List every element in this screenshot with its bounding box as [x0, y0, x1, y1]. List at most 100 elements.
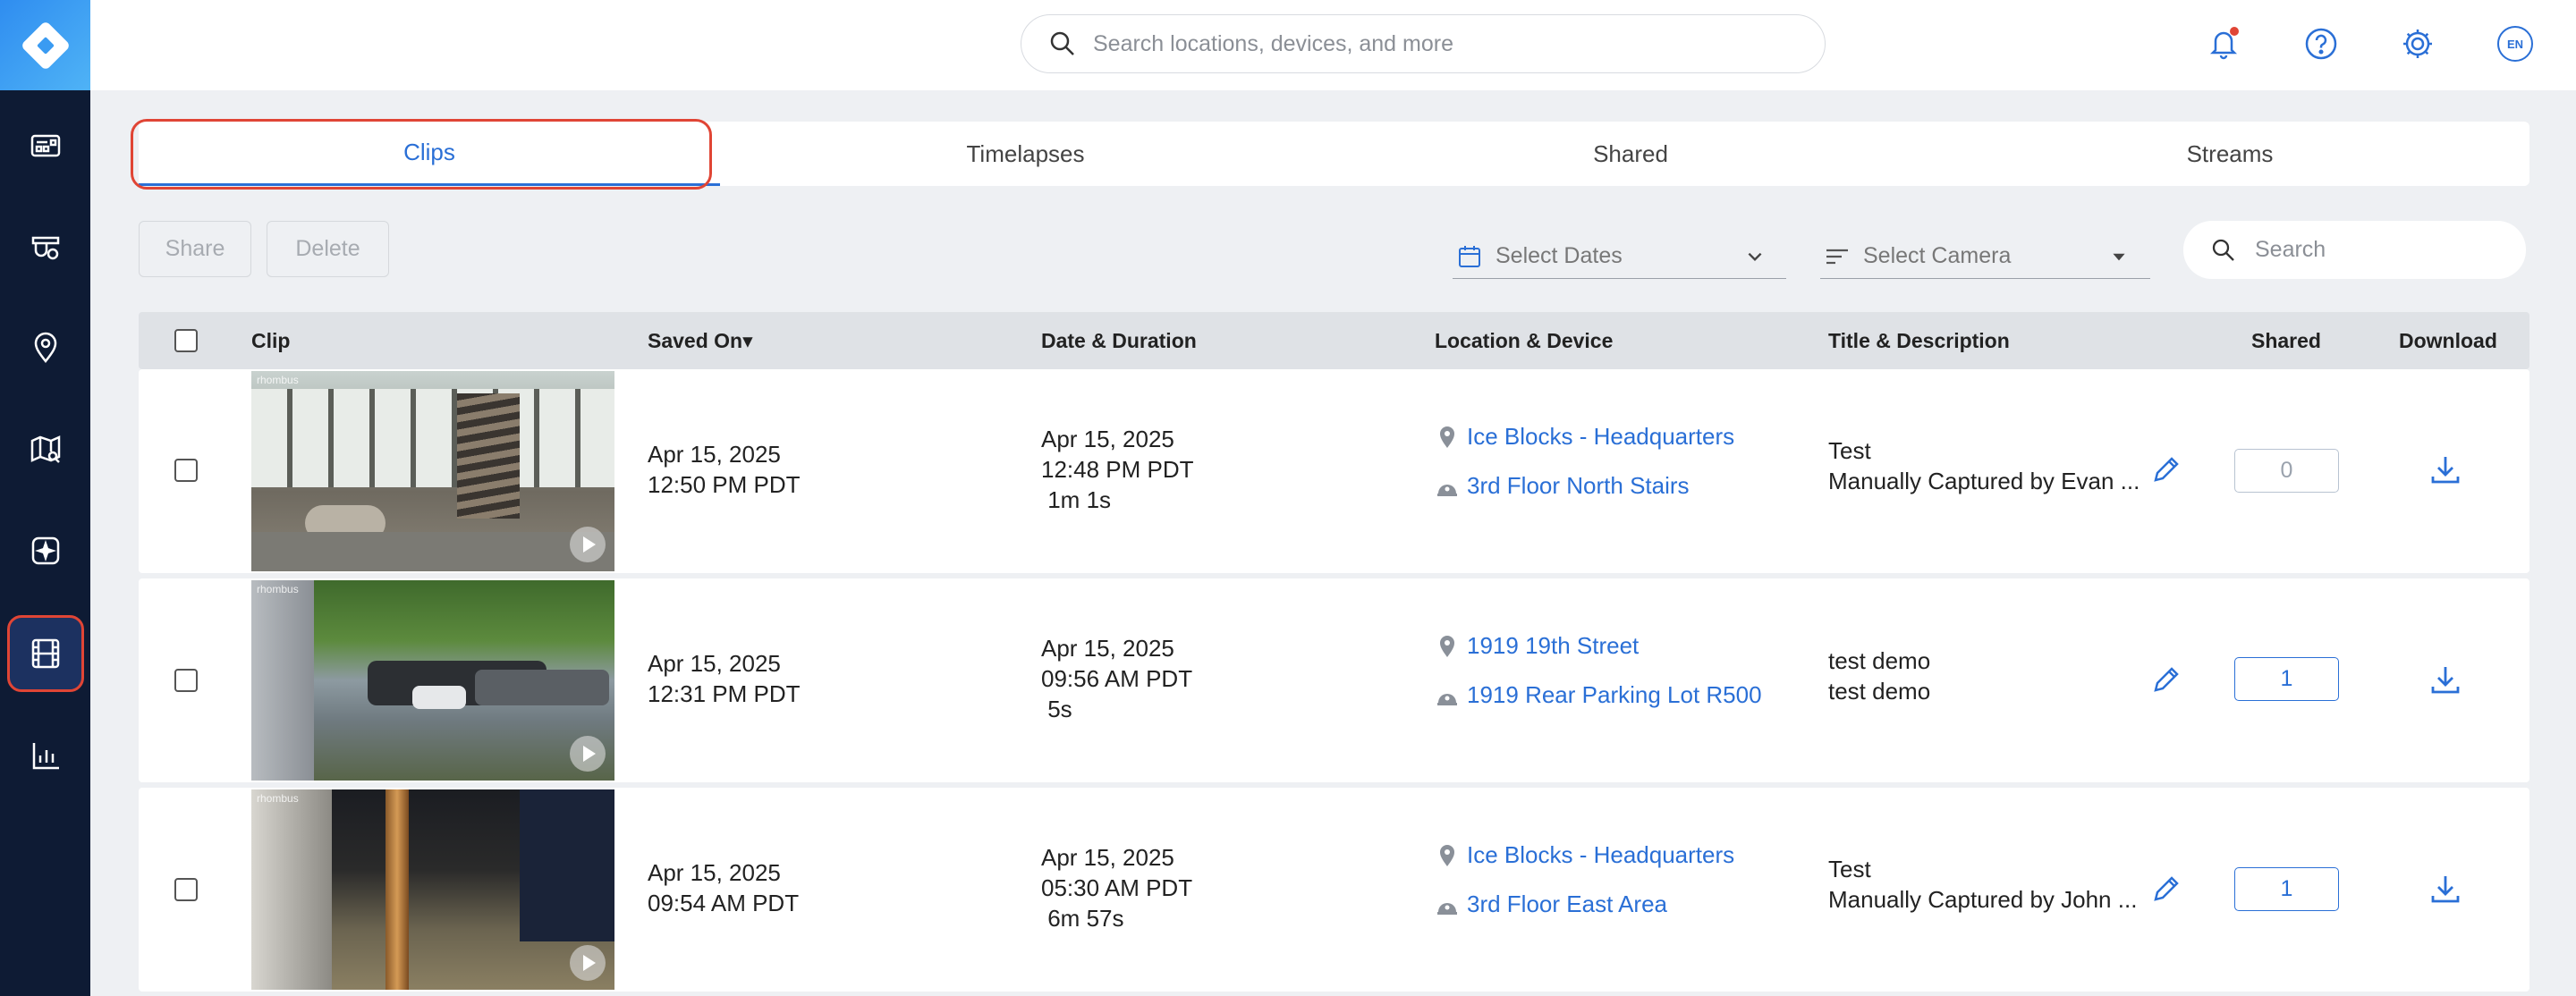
bell-icon[interactable] — [2203, 23, 2244, 64]
calendar-icon — [1459, 245, 1480, 267]
location-link[interactable]: Ice Blocks - Headquarters — [1435, 841, 1734, 869]
table-row[interactable]: rhombus Apr 15, 2025 09:54 AM PDT Apr 15,… — [139, 788, 2529, 992]
clip-thumbnail[interactable]: rhombus — [251, 789, 614, 990]
location-link[interactable]: Ice Blocks - Headquarters — [1435, 423, 1734, 451]
logo[interactable] — [0, 0, 90, 90]
sidebar — [0, 0, 90, 996]
date-duration: Apr 15, 2025 12:48 PM PDT 1m 1s — [1041, 424, 1194, 515]
shared-count[interactable]: 0 — [2234, 449, 2339, 493]
saved-time: 09:54 AM PDT — [648, 890, 800, 916]
play-icon[interactable] — [570, 527, 606, 562]
delete-button[interactable]: Delete — [267, 221, 389, 277]
table-row[interactable]: rhombus Apr 15, 2025 12:31 PM PDT Apr 15,… — [139, 578, 2529, 782]
header-date-duration: Date & Duration — [1041, 328, 1197, 352]
clip-thumbnail[interactable]: rhombus — [251, 580, 614, 781]
download-icon[interactable] — [2428, 873, 2462, 907]
language-selector[interactable]: EN — [2495, 23, 2536, 64]
saved-on: Apr 15, 2025 09:54 AM PDT — [648, 857, 799, 918]
share-button[interactable]: Share — [139, 221, 251, 277]
edit-pencil-icon[interactable] — [2150, 453, 2182, 485]
tab-streams[interactable]: Streams — [1930, 122, 2529, 186]
title-description: Test Manually Captured by John ... — [1828, 854, 2137, 915]
download-icon[interactable] — [2428, 453, 2462, 487]
clip-date: Apr 15, 2025 — [1041, 635, 1174, 662]
play-icon[interactable] — [570, 736, 606, 772]
header-title-description: Title & Description — [1828, 328, 2010, 352]
download-icon[interactable] — [2428, 663, 2462, 697]
saved-date: Apr 15, 2025 — [648, 859, 781, 886]
saved-on: Apr 15, 2025 12:50 PM PDT — [648, 439, 801, 500]
row-checkbox[interactable] — [174, 669, 198, 692]
select-camera-dropdown[interactable]: Select Camera — [1820, 234, 2150, 279]
device-link[interactable]: 3rd Floor East Area — [1435, 890, 1667, 918]
table-row[interactable]: rhombus Apr 15, 2025 12:50 PM PDT Apr 15,… — [139, 369, 2529, 573]
clip-thumbnail[interactable]: rhombus — [251, 371, 614, 571]
play-icon[interactable] — [570, 945, 606, 981]
select-camera-label: Select Camera — [1863, 243, 2012, 268]
clips-search-placeholder: Search — [2255, 237, 2326, 262]
reports-icon[interactable] — [7, 717, 84, 794]
clips-search-input[interactable]: Search — [2183, 221, 2526, 279]
location-pin-icon — [1440, 635, 1454, 657]
clip-title: Test — [1828, 437, 1871, 464]
location-name: Ice Blocks - Headquarters — [1467, 841, 1735, 868]
location-name: Ice Blocks - Headquarters — [1467, 423, 1735, 450]
locations-icon[interactable] — [7, 309, 84, 386]
clip-duration: 1m 1s — [1041, 486, 1112, 513]
device-link[interactable]: 1919 Rear Parking Lot R500 — [1435, 681, 1762, 709]
devices-icon[interactable] — [7, 208, 84, 285]
clip-time: 12:48 PM PDT — [1041, 456, 1194, 483]
saved-time: 12:50 PM PDT — [648, 471, 801, 498]
header-shared: Shared — [2251, 328, 2321, 352]
edit-pencil-icon[interactable] — [2150, 873, 2182, 905]
clip-description: Manually Captured by John ... — [1828, 886, 2138, 913]
clip-description: test demo — [1828, 678, 1931, 705]
search-icon — [2212, 239, 2234, 261]
shared-count[interactable]: 1 — [2234, 867, 2339, 911]
select-all-checkbox[interactable] — [174, 329, 198, 352]
device-name: 3rd Floor East Area — [1467, 890, 1667, 917]
gear-icon[interactable] — [2397, 23, 2438, 64]
date-duration: Apr 15, 2025 05:30 AM PDT 6m 57s — [1041, 842, 1192, 933]
saved-date: Apr 15, 2025 — [648, 650, 781, 677]
table-header: Clip Saved On▾ Date & Duration Location … — [139, 312, 2529, 369]
clip-description: Manually Captured by Evan ... — [1828, 468, 2140, 494]
global-search-placeholder: Search locations, devices, and more — [1093, 30, 1453, 56]
device-link[interactable]: 3rd Floor North Stairs — [1435, 472, 1690, 500]
select-dates-label: Select Dates — [1496, 243, 1623, 268]
location-pin-icon — [1440, 844, 1454, 866]
tab-shared[interactable]: Shared — [1331, 122, 1930, 186]
row-checkbox[interactable] — [174, 878, 198, 901]
clip-date: Apr 15, 2025 — [1041, 844, 1174, 871]
location-pin-icon — [1440, 426, 1454, 448]
row-checkbox[interactable] — [174, 459, 198, 482]
shared-count[interactable]: 1 — [2234, 657, 2339, 701]
dashboard-icon[interactable] — [7, 107, 84, 184]
thumbnail-brand: rhombus — [257, 583, 299, 595]
camera-icon — [1437, 693, 1457, 705]
help-icon[interactable] — [2301, 23, 2342, 64]
ai-icon[interactable] — [7, 512, 84, 589]
header-saved-on[interactable]: Saved On▾ — [648, 312, 753, 369]
camera-icon — [1437, 484, 1457, 496]
clip-time: 09:56 AM PDT — [1041, 665, 1193, 692]
clips-icon[interactable] — [7, 615, 84, 692]
notification-badge — [2230, 27, 2239, 36]
header-location-device: Location & Device — [1435, 328, 1614, 352]
tab-timelapses[interactable]: Timelapses — [720, 122, 1331, 186]
thumbnail-brand: rhombus — [257, 374, 299, 386]
select-dates-dropdown[interactable]: Select Dates — [1453, 234, 1786, 279]
clip-duration: 5s — [1041, 696, 1072, 722]
location-name: 1919 19th Street — [1467, 632, 1640, 659]
clip-date: Apr 15, 2025 — [1041, 426, 1174, 452]
saved-on: Apr 15, 2025 12:31 PM PDT — [648, 648, 801, 709]
date-duration: Apr 15, 2025 09:56 AM PDT 5s — [1041, 633, 1192, 724]
thumbnail-brand: rhombus — [257, 792, 299, 805]
clip-time: 05:30 AM PDT — [1041, 874, 1193, 901]
map-icon[interactable] — [7, 411, 84, 488]
tab-highlight — [131, 119, 712, 190]
location-link[interactable]: 1919 19th Street — [1435, 632, 1639, 660]
edit-pencil-icon[interactable] — [2150, 663, 2182, 696]
clip-duration: 6m 57s — [1041, 905, 1124, 932]
global-search-input[interactable]: Search locations, devices, and more — [1021, 14, 1826, 73]
